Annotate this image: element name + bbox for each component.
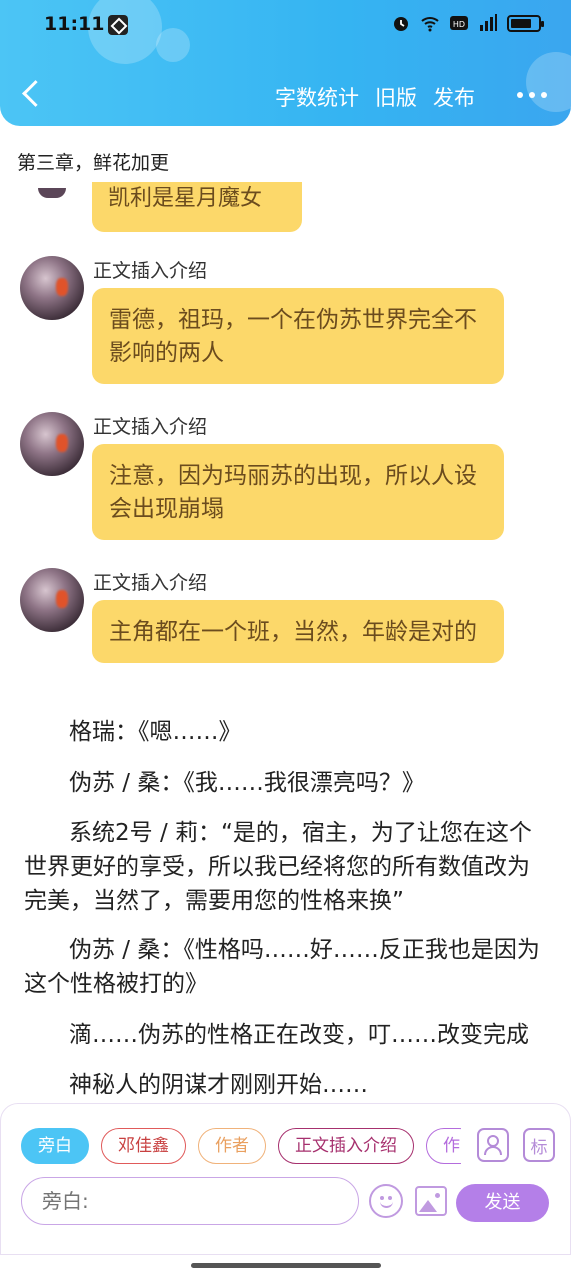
alarm-icon xyxy=(394,17,408,31)
chat-area[interactable]: 凯利是星月魔女 正文插入介绍 雷德，祖玛，一个在伪苏世界完全不影响的两人 正文插… xyxy=(0,182,571,1102)
image-icon[interactable] xyxy=(415,1186,447,1216)
role-chip-author[interactable]: 作者 xyxy=(198,1128,266,1164)
sender-name: 正文插入介绍 xyxy=(93,260,208,282)
svg-text:HD: HD xyxy=(453,20,465,29)
decor-circle xyxy=(526,52,571,112)
role-chip-partial[interactable]: 作 xyxy=(426,1128,461,1164)
signal-icon xyxy=(480,14,497,31)
emoji-icon[interactable] xyxy=(369,1184,403,1218)
sender-name: 正文插入介绍 xyxy=(93,572,208,594)
message-bubble[interactable]: 主角都在一个班，当然，年龄是对的 xyxy=(92,600,504,663)
role-chip-character[interactable]: 邓佳鑫 xyxy=(101,1128,186,1164)
narration-line[interactable]: 伪苏 / 桑：《我……我很漂亮吗？》 xyxy=(24,766,544,800)
hd-icon: HD xyxy=(450,16,468,30)
app-notification-icon xyxy=(108,15,128,35)
add-role-icon[interactable] xyxy=(477,1128,509,1162)
decor-circle xyxy=(156,28,190,62)
message-input[interactable] xyxy=(21,1177,359,1225)
word-count-button[interactable]: 字数统计 xyxy=(275,82,359,112)
status-icons: HD xyxy=(391,13,544,33)
home-indicator[interactable] xyxy=(191,1263,381,1268)
back-button[interactable] xyxy=(18,78,48,112)
narration-line[interactable]: 神秘人的阴谋才刚刚开始…… xyxy=(24,1068,544,1102)
narration-line[interactable]: 伪苏 / 桑：《性格吗……好……反正我也是因为这个性格被打的》 xyxy=(24,933,544,1001)
avatar[interactable] xyxy=(20,568,84,632)
old-version-button[interactable]: 旧版 xyxy=(375,82,417,112)
tag-button[interactable]: 标 xyxy=(523,1128,555,1162)
chapter-title: 第三章，鲜花加更 xyxy=(17,152,170,174)
message-bubble[interactable]: 雷德，祖玛，一个在伪苏世界完全不影响的两人 xyxy=(92,288,504,384)
status-time: 11:11 xyxy=(44,13,105,35)
message-bubble[interactable]: 凯利是星月魔女 xyxy=(92,182,302,232)
sender-name: 正文插入介绍 xyxy=(93,416,208,438)
narration-line[interactable]: 滴……伪苏的性格正在改变，叮……改变完成 xyxy=(24,1018,544,1052)
send-button[interactable]: 发送 xyxy=(456,1184,549,1222)
role-chip-narration[interactable]: 旁白 xyxy=(21,1128,89,1164)
composer-panel: 旁白 邓佳鑫 作者 正文插入介绍 作 标 发送 xyxy=(0,1103,571,1255)
wifi-icon xyxy=(421,17,439,32)
role-chip-intro[interactable]: 正文插入介绍 xyxy=(278,1128,414,1164)
more-options-button[interactable] xyxy=(517,92,547,98)
role-selector: 旁白 邓佳鑫 作者 正文插入介绍 作 xyxy=(21,1128,461,1164)
battery-icon xyxy=(507,14,544,32)
top-bar: 11:11 HD 字数统计 旧版 发布 xyxy=(0,0,571,126)
avatar xyxy=(38,188,66,198)
avatar[interactable] xyxy=(20,412,84,476)
header-actions: 字数统计 旧版 发布 xyxy=(275,82,475,112)
narration-line[interactable]: 格瑞：《嗯……》 xyxy=(24,715,544,749)
publish-button[interactable]: 发布 xyxy=(433,82,475,112)
avatar[interactable] xyxy=(20,256,84,320)
message-bubble[interactable]: 注意，因为玛丽苏的出现，所以人设会出现崩塌 xyxy=(92,444,504,540)
narration-line[interactable]: 系统2号 / 莉：“是的，宿主，为了让您在这个世界更好的享受，所以我已经将您的所… xyxy=(24,816,544,918)
